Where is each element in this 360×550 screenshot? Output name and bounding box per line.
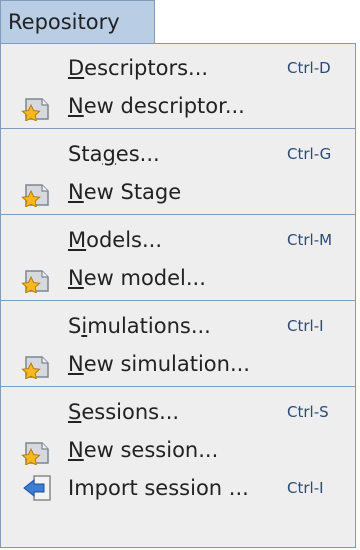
new-item-star-icon	[20, 91, 54, 122]
menu-separator	[1, 300, 355, 301]
menubar-empty-area	[155, 0, 360, 43]
menu-repository-label: Repository	[8, 10, 120, 34]
new-item-star-icon	[20, 349, 54, 380]
menu-item-label: New descriptor...	[68, 94, 245, 118]
menu-item-new-stage[interactable]: New Stage	[1, 173, 355, 211]
menu-separator	[1, 386, 355, 387]
menu-item-new-model[interactable]: New model...	[1, 259, 355, 297]
menu-item-models[interactable]: Models... Ctrl-M	[1, 221, 355, 259]
menu-item-label: New model...	[68, 266, 206, 290]
menu-item-shortcut: Ctrl-G	[287, 145, 332, 163]
new-item-star-icon	[20, 177, 54, 208]
menu-separator	[1, 128, 355, 129]
menu-item-label: Stages...	[68, 142, 160, 166]
menu-item-label: Import session ...	[68, 476, 249, 500]
menu-repository[interactable]: Repository	[0, 0, 155, 43]
menu-item-label: New session...	[68, 438, 219, 462]
menu-item-import-session[interactable]: Import session ... Ctrl-I	[1, 469, 355, 507]
menu-item-label: Sessions...	[68, 400, 180, 424]
menu-item-new-descriptor[interactable]: New descriptor...	[1, 87, 355, 125]
menu-item-shortcut: Ctrl-D	[287, 59, 331, 77]
menu-item-simulations[interactable]: Simulations... Ctrl-I	[1, 307, 355, 345]
menu-item-label: New Stage	[68, 180, 182, 204]
menu-item-shortcut: Ctrl-I	[287, 317, 324, 335]
new-item-star-icon	[20, 435, 54, 466]
new-item-star-icon	[20, 263, 54, 294]
menu-item-label: Descriptors...	[68, 56, 209, 80]
menu-item-label: New simulation...	[68, 352, 250, 376]
menu-item-shortcut: Ctrl-M	[287, 231, 333, 249]
menu-item-stages[interactable]: Stages... Ctrl-G	[1, 135, 355, 173]
menu-item-shortcut: Ctrl-I	[287, 479, 324, 497]
menu-item-descriptors[interactable]: Descriptors... Ctrl-D	[1, 49, 355, 87]
menu-item-new-session[interactable]: New session...	[1, 431, 355, 469]
import-arrow-icon	[20, 473, 54, 503]
menu-item-shortcut: Ctrl-S	[287, 403, 329, 421]
menu-item-sessions[interactable]: Sessions... Ctrl-S	[1, 393, 355, 431]
menu-item-label: Models...	[68, 228, 163, 252]
menu-item-new-simulation[interactable]: New simulation...	[1, 345, 355, 383]
menu-separator	[1, 214, 355, 215]
repository-dropdown-menu: Descriptors... Ctrl-D New descriptor... Sta…	[0, 43, 356, 548]
menu-item-label: Simulations...	[68, 314, 211, 338]
